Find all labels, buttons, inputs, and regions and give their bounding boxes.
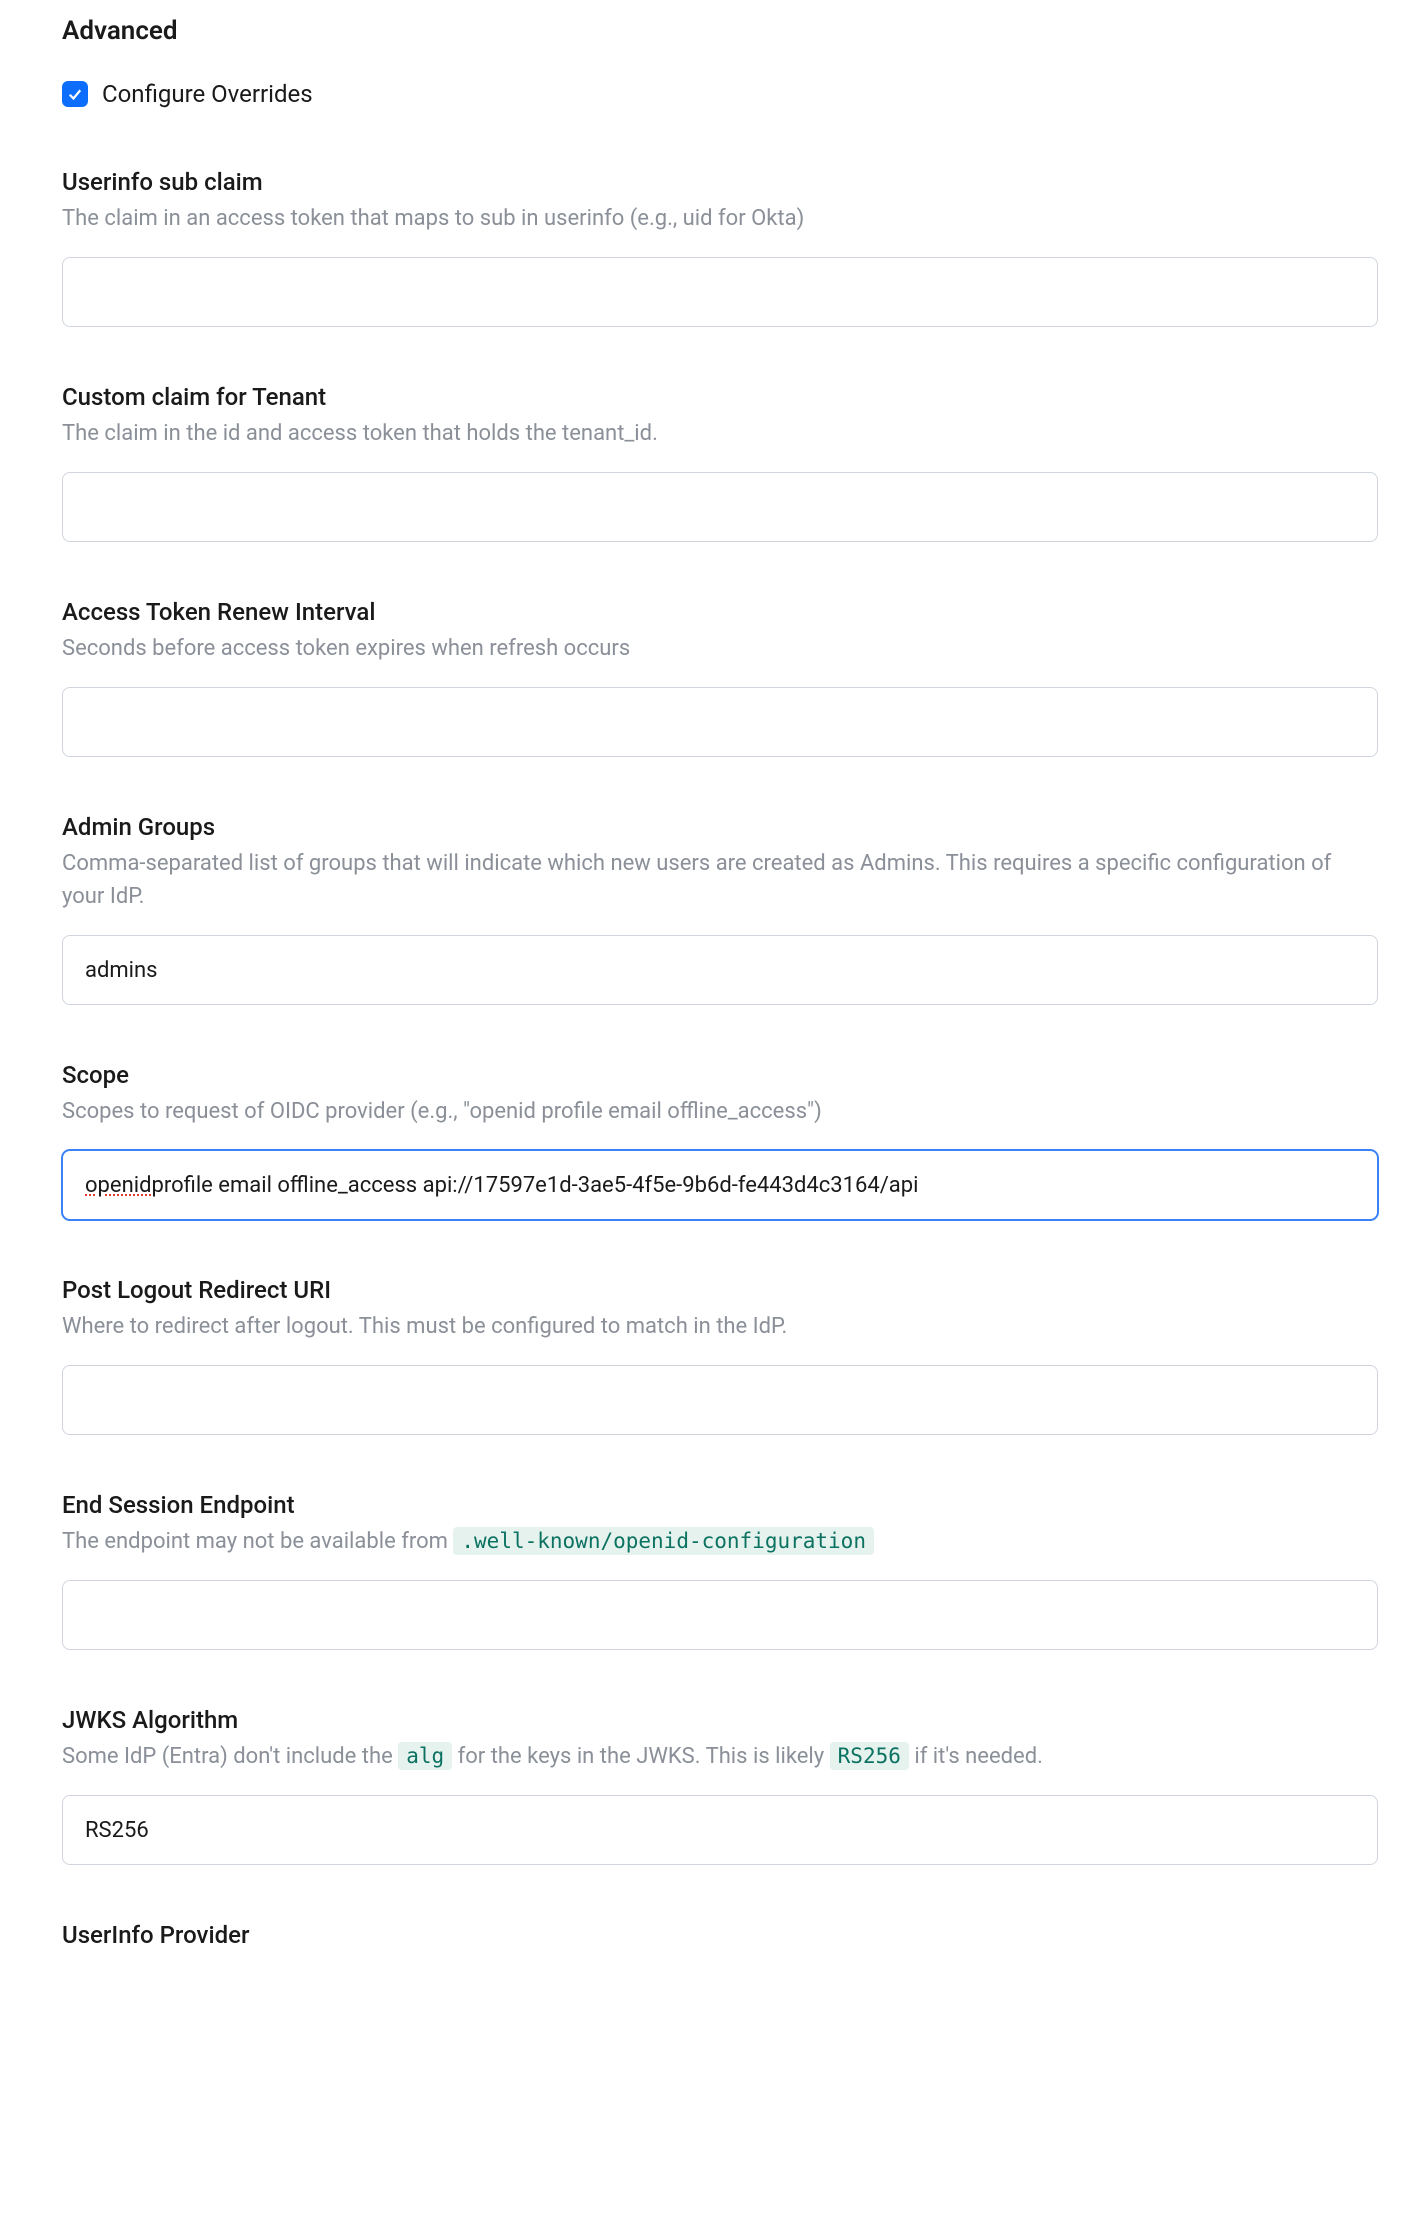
field-post-logout: Post Logout Redirect URI Where to redire… [62, 1276, 1378, 1435]
desc-post: if it's needed. [914, 1744, 1043, 1769]
field-jwks-alg: JWKS Algorithm Some IdP (Entra) don't in… [62, 1706, 1378, 1865]
field-label: Post Logout Redirect URI [62, 1276, 1378, 1304]
admin-groups-input[interactable] [62, 935, 1378, 1005]
field-label: Userinfo sub claim [62, 168, 1378, 196]
field-desc: Where to redirect after logout. This mus… [62, 1310, 1378, 1343]
field-admin-groups: Admin Groups Comma-separated list of gro… [62, 813, 1378, 1005]
field-userinfo-sub: Userinfo sub claim The claim in an acces… [62, 168, 1378, 327]
desc-code: .well-known/openid-configuration [453, 1527, 874, 1555]
configure-overrides-label: Configure Overrides [102, 80, 313, 108]
configure-overrides-checkbox[interactable] [62, 81, 88, 107]
field-label: Custom claim for Tenant [62, 383, 1378, 411]
section-title: Advanced [62, 16, 1378, 46]
checkmark-icon [66, 85, 84, 103]
field-desc: Seconds before access token expires when… [62, 632, 1378, 665]
field-label: Access Token Renew Interval [62, 598, 1378, 626]
field-userinfo-provider-label: UserInfo Provider [62, 1921, 1378, 1949]
field-desc: The endpoint may not be available from .… [62, 1525, 1378, 1558]
jwks-alg-input[interactable] [62, 1795, 1378, 1865]
access-token-renew-input[interactable] [62, 687, 1378, 757]
field-desc: The claim in an access token that maps t… [62, 202, 1378, 235]
field-desc: The claim in the id and access token tha… [62, 417, 1378, 450]
end-session-input[interactable] [62, 1580, 1378, 1650]
custom-claim-tenant-input[interactable] [62, 472, 1378, 542]
desc-mid: for the keys in the JWKS. This is likely [458, 1744, 830, 1769]
scope-input[interactable]: openid profile email offline_access api:… [62, 1150, 1378, 1220]
scope-value-rest: profile email offline_access api://17597… [151, 1173, 918, 1198]
desc-code-rs256: RS256 [830, 1742, 909, 1770]
field-label: JWKS Algorithm [62, 1706, 1378, 1734]
field-label: End Session Endpoint [62, 1491, 1378, 1519]
post-logout-input[interactable] [62, 1365, 1378, 1435]
field-end-session: End Session Endpoint The endpoint may no… [62, 1491, 1378, 1650]
field-label: Scope [62, 1061, 1378, 1089]
desc-pre: The endpoint may not be available from [62, 1529, 453, 1554]
userinfo-sub-input[interactable] [62, 257, 1378, 327]
field-desc: Some IdP (Entra) don't include the alg f… [62, 1740, 1378, 1773]
field-desc: Scopes to request of OIDC provider (e.g.… [62, 1095, 1378, 1128]
desc-code-alg: alg [398, 1742, 452, 1770]
field-scope: Scope Scopes to request of OIDC provider… [62, 1061, 1378, 1220]
left-margin [12, 0, 13, 2222]
configure-overrides-row[interactable]: Configure Overrides [62, 80, 1378, 108]
advanced-settings-page: Advanced Configure Overrides Userinfo su… [0, 0, 1418, 2222]
field-desc: Comma-separated list of groups that will… [62, 847, 1378, 913]
desc-pre: Some IdP (Entra) don't include the [62, 1744, 398, 1769]
field-access-token-renew: Access Token Renew Interval Seconds befo… [62, 598, 1378, 757]
field-label: Admin Groups [62, 813, 1378, 841]
field-custom-claim-tenant: Custom claim for Tenant The claim in the… [62, 383, 1378, 542]
scope-value-misspelled: openid [85, 1173, 151, 1198]
